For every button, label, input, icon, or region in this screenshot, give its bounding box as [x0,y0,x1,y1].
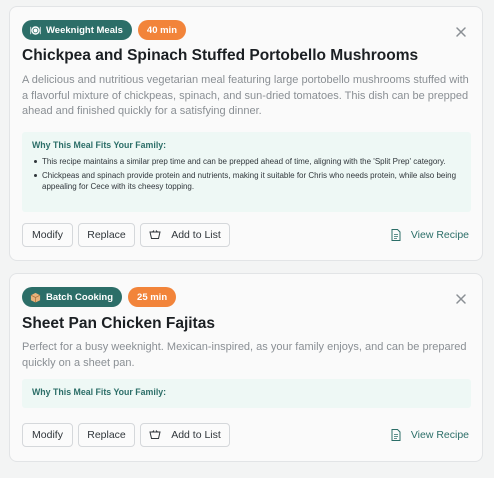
meal-description: Perfect for a busy weeknight. Mexican-in… [22,341,467,369]
category-badge: Weeknight Meals [22,20,132,40]
document-icon [391,229,401,241]
meal-card: Batch Cooking 25 min Sheet Pan Chicken F… [9,273,483,462]
replace-button[interactable]: Replace [78,223,135,247]
modify-button[interactable]: Modify [22,223,73,247]
basket-icon [149,430,161,439]
view-recipe-label: View Recipe [410,429,469,441]
add-to-list-label: Add to List [171,229,221,241]
document-icon [391,429,401,441]
view-recipe-link[interactable]: View Recipe [391,229,469,241]
meal-title: Sheet Pan Chicken Fajitas [22,315,215,332]
meal-title: Chickpea and Spinach Stuffed Portobello … [22,47,419,64]
add-to-list-button[interactable]: Add to List [140,223,230,247]
badge-row: Weeknight Meals 40 min [22,20,187,40]
view-recipe-link[interactable]: View Recipe [391,429,469,441]
why-fits-title: Why This Meal Fits Your Family: [32,140,167,150]
category-badge: Batch Cooking [22,287,123,307]
why-fits-panel: Why This Meal Fits Your Family: This rec… [22,132,471,212]
category-label: Weeknight Meals [46,24,123,36]
meal-card: Weeknight Meals 40 min Chickpea and Spin… [9,6,483,261]
time-badge: 25 min [128,287,177,307]
why-fits-title: Why This Meal Fits Your Family: [32,387,167,397]
view-recipe-label: View Recipe [410,229,469,241]
action-row: Modify Replace Add to List [22,423,230,447]
add-to-list-button[interactable]: Add to List [140,423,230,447]
box-icon [30,292,41,303]
basket-icon [149,230,161,239]
modify-button[interactable]: Modify [22,423,73,447]
plate-icon [30,25,41,35]
replace-button[interactable]: Replace [78,423,135,447]
why-fits-list: This recipe maintains a similar prep tim… [32,156,462,195]
why-fits-point: This recipe maintains a similar prep tim… [32,156,462,167]
meal-description: A delicious and nutritious vegetarian me… [22,74,469,117]
close-icon[interactable] [454,292,468,306]
action-row: Modify Replace Add to List [22,223,230,247]
why-fits-point: Chickpeas and spinach provide protein an… [32,170,462,192]
close-icon[interactable] [454,25,468,39]
badge-row: Batch Cooking 25 min [22,287,177,307]
time-badge: 40 min [137,20,187,40]
category-label: Batch Cooking [46,291,114,303]
why-fits-panel: Why This Meal Fits Your Family: [22,379,471,408]
add-to-list-label: Add to List [171,429,221,441]
